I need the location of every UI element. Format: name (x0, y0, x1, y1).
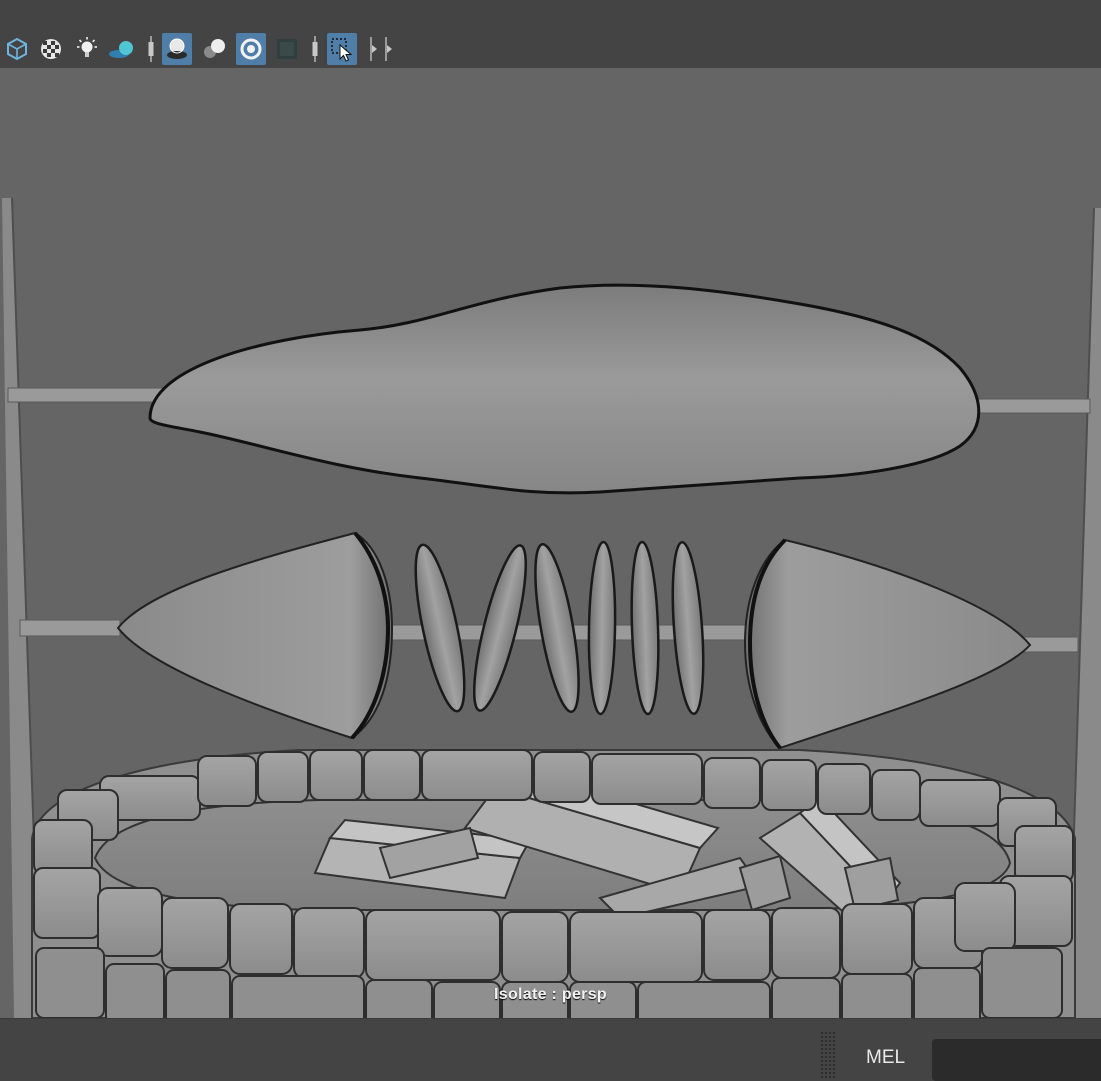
wireframe-cube-icon[interactable] (2, 33, 32, 65)
command-line-bar: MEL (0, 1018, 1101, 1081)
viewport-scene (2, 197, 1101, 1018)
anti-aliasing-icon[interactable] (236, 33, 266, 65)
shadows-icon[interactable] (108, 33, 138, 65)
command-input[interactable] (932, 1039, 1101, 1081)
checker-texture-icon[interactable] (36, 33, 66, 65)
depth-of-field-icon[interactable] (272, 33, 302, 65)
upper-spit (7, 283, 1091, 495)
brick-fire-pit (31, 749, 1076, 1018)
left-cone (116, 531, 394, 740)
lighting-bulb-icon[interactable] (72, 33, 102, 65)
isolate-label: Isolate : persp (494, 986, 607, 1003)
right-cone (743, 538, 1032, 750)
command-language-label[interactable]: MEL (866, 1047, 905, 1069)
viewport-toolbar (0, 0, 1101, 68)
ambient-occlusion-icon[interactable] (162, 33, 192, 65)
3d-viewport[interactable]: Isolate : persp (0, 68, 1101, 1018)
toolbar-separator (309, 34, 321, 64)
toolbar-separator (145, 34, 157, 64)
lower-spit (19, 531, 1079, 750)
toolbar-expand-arrows[interactable] (366, 34, 392, 64)
motion-blur-icon[interactable] (200, 33, 230, 65)
resize-grip[interactable] (820, 1031, 836, 1079)
isolate-select-icon[interactable] (327, 33, 357, 65)
